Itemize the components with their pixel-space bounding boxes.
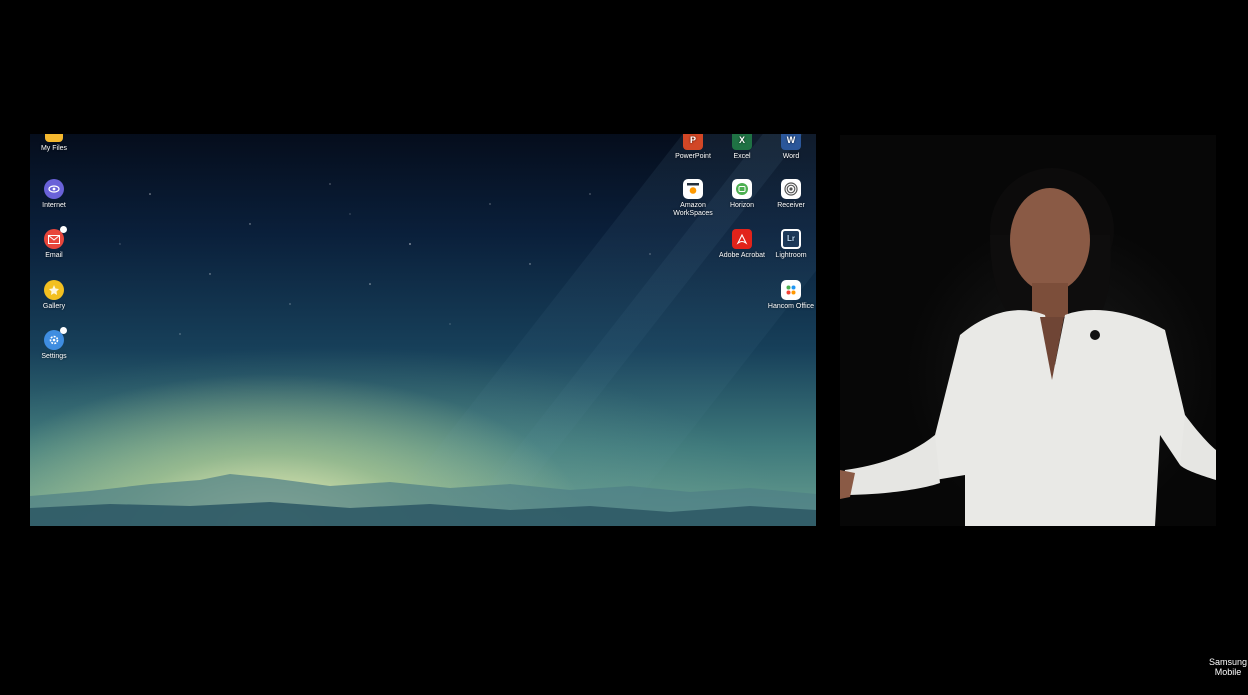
lightroom-icon: Lr bbox=[781, 229, 801, 249]
presenter-video bbox=[840, 135, 1216, 526]
dex-desktop: My Files Internet Email Gallery Settings… bbox=[30, 134, 816, 526]
app-label: Lightroom bbox=[775, 252, 807, 259]
app-label: My Files bbox=[40, 145, 68, 152]
app-label: Gallery bbox=[42, 303, 66, 310]
app-label: Receiver bbox=[777, 202, 805, 209]
receiver-icon bbox=[781, 179, 801, 199]
app-label: Word bbox=[782, 153, 800, 160]
app-label: Internet bbox=[42, 202, 66, 209]
app-lightroom[interactable]: Lr Lightroom bbox=[761, 229, 816, 260]
excel-icon: X bbox=[732, 134, 752, 150]
notification-badge bbox=[60, 327, 67, 334]
app-internet[interactable]: Internet bbox=[30, 179, 84, 210]
mountain-silhouette bbox=[30, 474, 816, 526]
app-label: Hancom Office bbox=[767, 303, 815, 310]
app-email[interactable]: Email bbox=[30, 226, 84, 260]
email-icon bbox=[44, 226, 67, 249]
notification-badge bbox=[60, 226, 67, 233]
watermark-line1: Samsung bbox=[1208, 657, 1248, 667]
amazon-workspaces-icon bbox=[683, 179, 703, 199]
samsung-mobile-watermark: Samsung Mobile bbox=[1208, 657, 1248, 677]
app-hancom-office[interactable]: Hancom Office bbox=[761, 280, 816, 311]
app-gallery[interactable]: Gallery bbox=[30, 280, 84, 311]
settings-icon bbox=[44, 327, 67, 350]
app-settings[interactable]: Settings bbox=[30, 327, 84, 361]
gallery-icon bbox=[44, 280, 64, 300]
folder-icon bbox=[45, 134, 63, 142]
horizon-icon bbox=[732, 179, 752, 199]
app-word[interactable]: W Word bbox=[761, 134, 816, 161]
app-my-files[interactable]: My Files bbox=[30, 134, 84, 153]
adobe-acrobat-icon bbox=[732, 229, 752, 249]
app-receiver[interactable]: Receiver bbox=[761, 179, 816, 210]
word-icon: W bbox=[781, 134, 801, 150]
app-label: Email bbox=[45, 252, 63, 259]
powerpoint-icon: P bbox=[683, 134, 703, 150]
watermark-line2: Mobile bbox=[1214, 667, 1242, 677]
app-label: Settings bbox=[41, 353, 67, 360]
hancom-office-icon bbox=[781, 280, 801, 300]
internet-icon bbox=[44, 179, 64, 199]
presenter-figure bbox=[840, 168, 1216, 526]
